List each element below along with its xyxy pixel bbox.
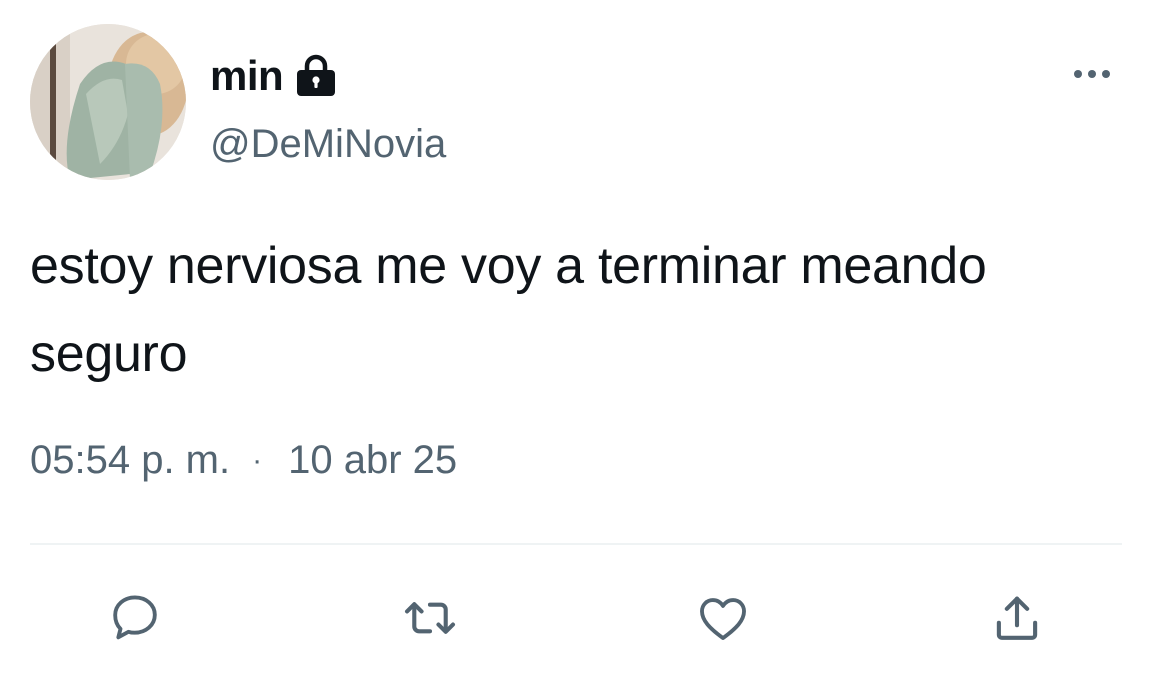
action-bar	[0, 580, 1152, 656]
heart-icon	[700, 598, 746, 640]
author-name-row: min	[210, 48, 339, 104]
meta-separator: ·	[252, 443, 263, 477]
lock-icon	[293, 53, 339, 99]
tweet-timestamp[interactable]: 05:54 p. m. · 10 abr 25	[30, 438, 457, 483]
tweet-text: estoy nerviosa me voy a terminar meando …	[30, 237, 987, 383]
display-name[interactable]: min	[210, 52, 284, 100]
tweet-time: 05:54 p. m.	[30, 438, 231, 482]
tweet-date: 10 abr 25	[288, 438, 458, 482]
reply-bubble-icon	[113, 595, 157, 640]
reply-button[interactable]	[100, 580, 170, 656]
divider	[30, 543, 1122, 545]
share-upload-icon	[996, 596, 1038, 640]
share-button[interactable]	[982, 580, 1052, 656]
more-horizontal-icon	[1074, 70, 1110, 78]
avatar-photo	[30, 24, 186, 180]
user-handle[interactable]: @DeMiNovia	[210, 122, 446, 167]
retweet-icon	[404, 602, 456, 634]
retweet-button[interactable]	[395, 580, 465, 656]
tweet-card: min @DeMiNovia estoy nerviosa me voy a t…	[0, 0, 1152, 683]
avatar[interactable]	[30, 24, 186, 180]
more-options-button[interactable]	[1062, 54, 1122, 94]
like-button[interactable]	[688, 580, 758, 656]
